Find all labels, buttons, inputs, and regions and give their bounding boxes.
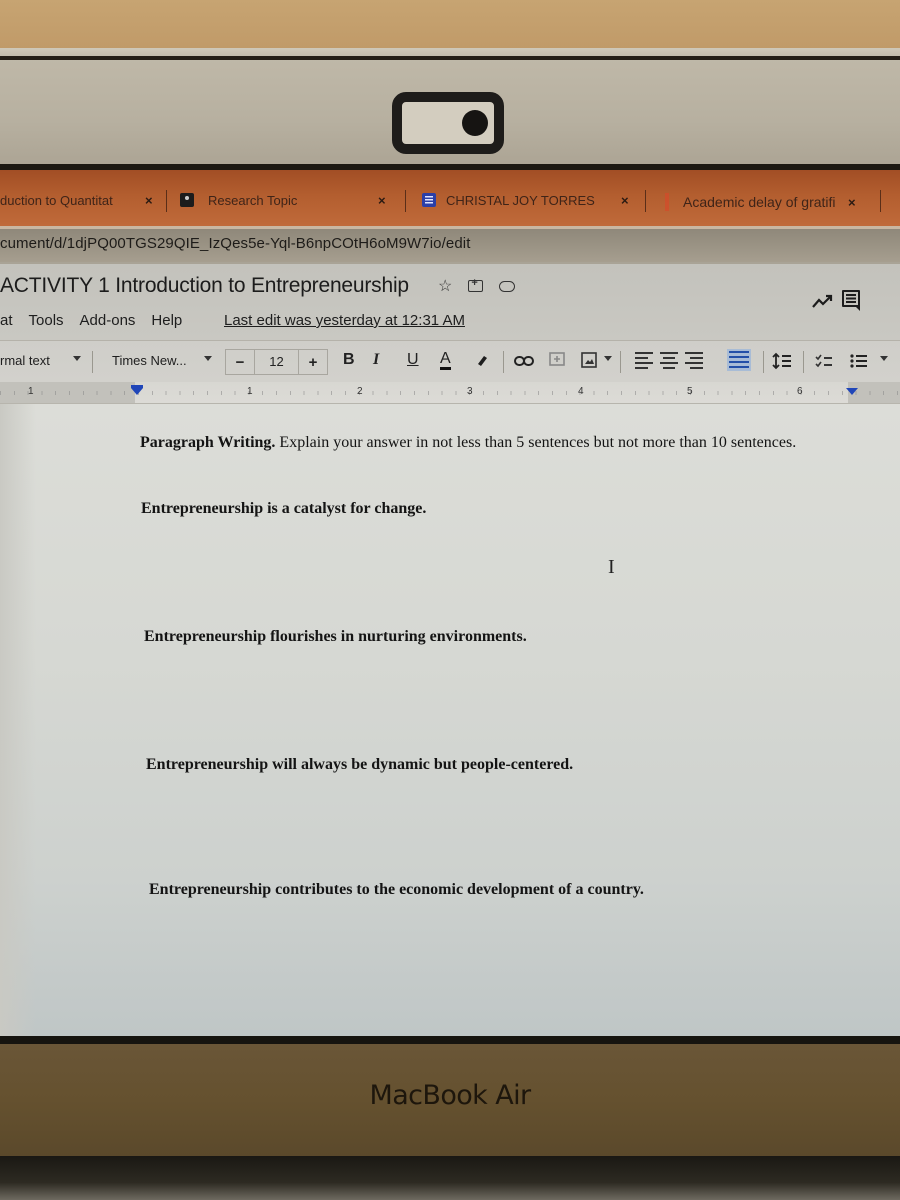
answer-sentence: Entrepreneurship contributes to the econ… xyxy=(149,881,644,898)
menu-add-ons[interactable]: Add-ons xyxy=(80,312,136,329)
answer-sentence: Entrepreneurship will always be dynamic … xyxy=(146,756,574,773)
answer-sentence: Entrepreneurship flourishes in nurturing… xyxy=(144,628,527,645)
tab-separator xyxy=(166,190,167,212)
ruler-number: 2 xyxy=(357,386,363,397)
font-family-select[interactable]: Times New... xyxy=(112,353,187,368)
pdf-icon xyxy=(665,193,669,211)
prompt-paragraph: Paragraph Writing. Explain your answer i… xyxy=(140,430,860,456)
text-cursor-icon: I xyxy=(608,556,615,578)
bulleted-list-icon[interactable] xyxy=(850,353,868,369)
tab-christal-joy-torres[interactable]: CHRISTAL JOY TORRES × xyxy=(422,188,642,212)
font-size-stepper: − 12 + xyxy=(225,349,328,375)
right-indent-marker[interactable] xyxy=(846,388,858,395)
browser-tab-bar: duction to Quantitat × Research Topic × … xyxy=(0,170,900,226)
increase-font-size-button[interactable]: + xyxy=(299,354,327,371)
prompt-heading: Paragraph Writing. xyxy=(140,434,276,451)
tab-label: Academic delay of gratifi xyxy=(683,194,836,210)
highlight-color-icon[interactable] xyxy=(475,353,489,367)
ruler-number: 1 xyxy=(28,386,34,397)
webcam-cover xyxy=(392,92,504,154)
toolbar-divider xyxy=(620,351,621,373)
font-size-input[interactable]: 12 xyxy=(254,350,299,374)
brand-label: MacBook Air xyxy=(369,1080,532,1111)
tab-separator xyxy=(880,190,881,212)
prompt-text: Explain your answer in not less than 5 s… xyxy=(275,434,797,451)
ruler-number: 6 xyxy=(797,386,803,397)
underline-button[interactable]: U xyxy=(407,351,419,369)
close-tab-icon[interactable]: × xyxy=(145,193,153,208)
tab-label: duction to Quantitat xyxy=(0,192,113,208)
document-page[interactable]: Paragraph Writing. Explain your answer i… xyxy=(0,404,900,1038)
toolbar-divider xyxy=(503,351,504,373)
insert-link-icon[interactable] xyxy=(514,355,534,367)
tab-academic-delay[interactable]: Academic delay of gratifi × xyxy=(665,190,885,214)
webcam-lens xyxy=(462,110,488,136)
tab-separator xyxy=(645,190,646,212)
laptop-bottom-bezel: MacBook Air xyxy=(0,1044,900,1156)
insert-comment-icon[interactable] xyxy=(549,352,565,368)
screen-bottom-edge xyxy=(0,1036,900,1044)
toolbar-divider xyxy=(763,351,764,373)
tab-label: Research Topic xyxy=(208,192,298,208)
chevron-down-icon[interactable] xyxy=(204,356,212,361)
google-docs-icon xyxy=(422,193,436,207)
insert-image-icon[interactable] xyxy=(581,352,597,368)
align-center-button[interactable] xyxy=(660,352,678,369)
tab-label: CHRISTAL JOY TORRES xyxy=(446,192,595,208)
checklist-icon[interactable] xyxy=(815,353,833,369)
tab-intro-quantitative[interactable]: duction to Quantitat × xyxy=(0,188,160,212)
ruler-number: 3 xyxy=(467,386,473,397)
bold-button[interactable]: B xyxy=(343,351,355,369)
star-icon[interactable]: ☆ xyxy=(438,276,452,296)
ruler-number: 5 xyxy=(687,386,693,397)
cloud-saved-icon[interactable] xyxy=(499,280,516,292)
docs-header: ACTIVITY 1 Introduction to Entrepreneurs… xyxy=(0,262,900,340)
toolbar-divider xyxy=(92,351,93,373)
align-left-button[interactable] xyxy=(635,352,653,369)
close-tab-icon[interactable]: × xyxy=(848,195,856,210)
chevron-down-icon[interactable] xyxy=(880,356,888,361)
tab-research-topic[interactable]: Research Topic × xyxy=(180,188,400,212)
justify-button[interactable] xyxy=(727,349,751,371)
url-text[interactable]: cument/d/1djPQ00TGS29QIE_IzQes5e-Yql-B6n… xyxy=(0,235,470,252)
page-edge-shadow xyxy=(0,404,36,1038)
close-tab-icon[interactable]: × xyxy=(378,193,386,208)
decrease-font-size-button[interactable]: − xyxy=(226,354,254,371)
title-icons: ☆ xyxy=(438,276,516,296)
menu-format[interactable]: at xyxy=(0,312,13,329)
answer-sentence: Entrepreneurship is a catalyst for chang… xyxy=(141,500,427,517)
formatting-toolbar: rmal text Times New... − 12 + B I U A xyxy=(0,340,900,382)
text-color-button[interactable]: A xyxy=(440,351,451,370)
last-edit-link[interactable]: Last edit was yesterday at 12:31 AM xyxy=(224,312,465,329)
toolbar-divider xyxy=(803,351,804,373)
address-bar[interactable]: cument/d/1djPQ00TGS29QIE_IzQes5e-Yql-B6n… xyxy=(0,226,900,262)
italic-button[interactable]: I xyxy=(373,351,379,369)
move-to-folder-icon[interactable] xyxy=(468,277,484,292)
activity-trend-icon[interactable] xyxy=(812,294,834,308)
menu-help[interactable]: Help xyxy=(151,312,182,329)
tab-separator xyxy=(405,190,406,212)
ruler-number: 4 xyxy=(578,386,584,397)
ruler-number: 1 xyxy=(247,386,253,397)
laptop-hinge xyxy=(0,1156,900,1200)
ruler[interactable]: 1 1 2 3 4 5 6 xyxy=(0,382,900,404)
chevron-down-icon[interactable] xyxy=(73,356,81,361)
paragraph-style-select[interactable]: rmal text xyxy=(0,353,50,368)
close-tab-icon[interactable]: × xyxy=(621,193,629,208)
menu-bar: at Tools Add-ons Help xyxy=(0,312,198,329)
menu-tools[interactable]: Tools xyxy=(29,312,64,329)
background-wall xyxy=(0,0,900,50)
classroom-icon xyxy=(180,193,194,207)
align-right-button[interactable] xyxy=(685,352,703,369)
line-spacing-icon[interactable] xyxy=(772,352,792,370)
left-indent-marker[interactable] xyxy=(131,385,143,395)
chevron-down-icon[interactable] xyxy=(604,356,612,361)
comments-icon[interactable] xyxy=(842,290,860,311)
document-title[interactable]: ACTIVITY 1 Introduction to Entrepreneurs… xyxy=(0,274,409,298)
